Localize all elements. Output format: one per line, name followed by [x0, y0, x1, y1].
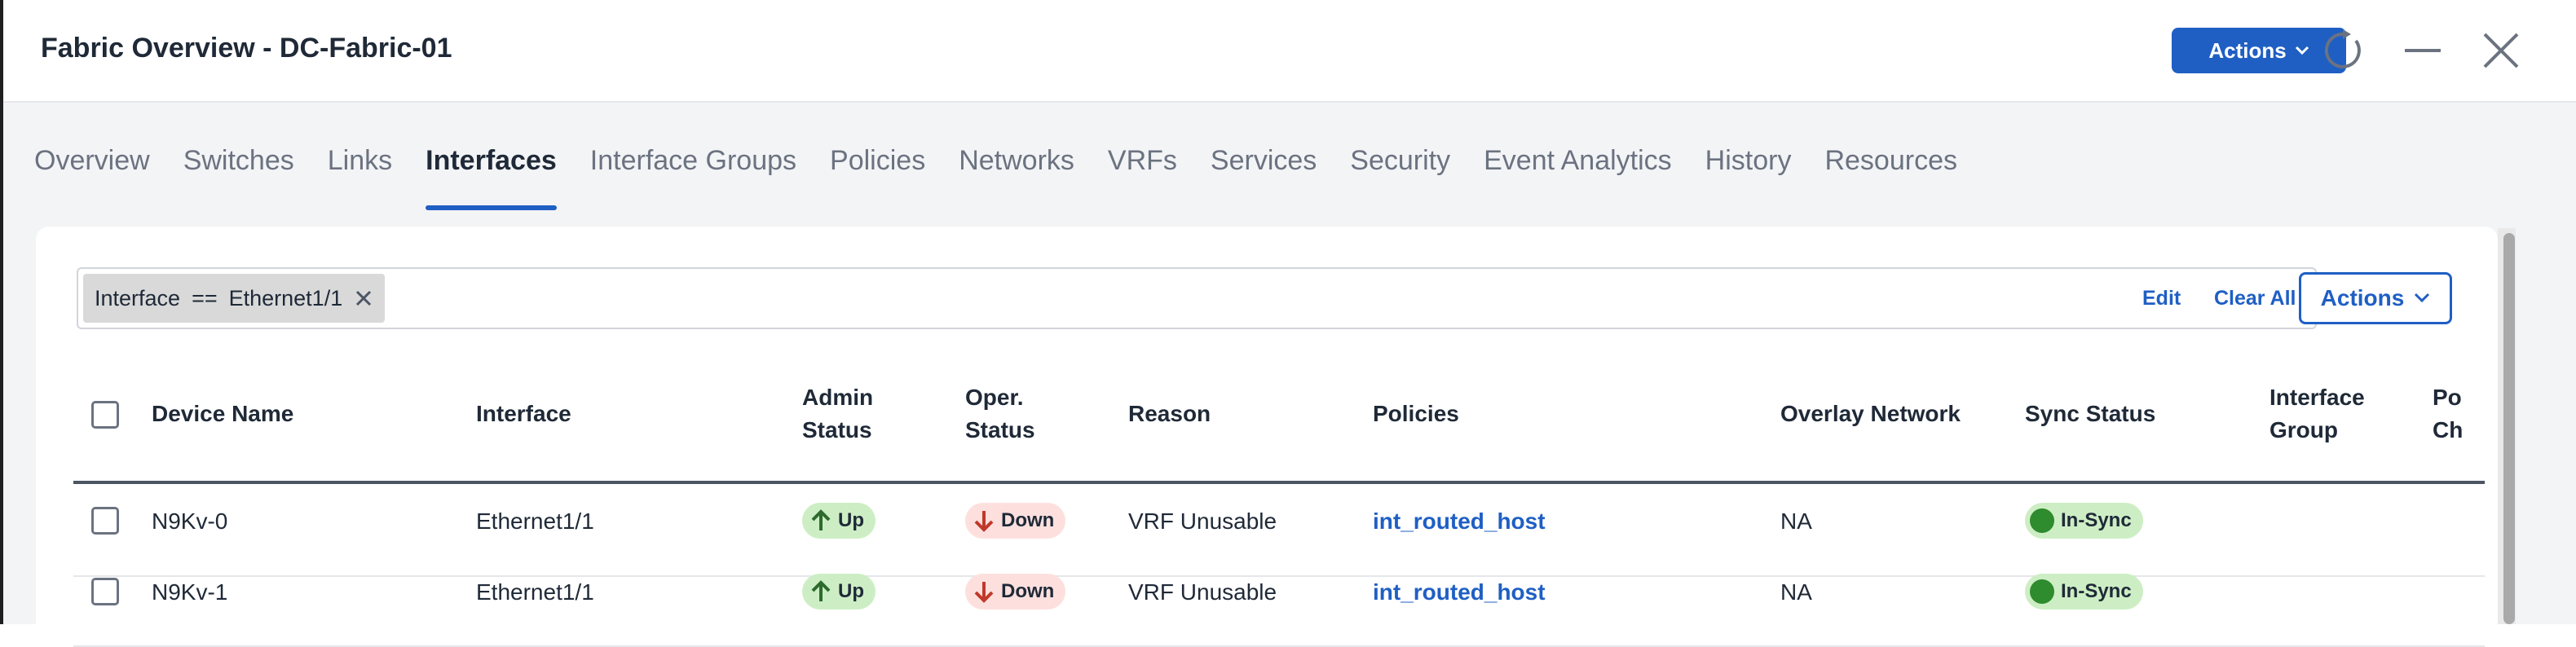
admin-status-badge: Up [802, 574, 876, 610]
oper-status-badge: Down [965, 574, 1066, 610]
tab-services[interactable]: Services [1211, 145, 1317, 210]
window-header: Fabric Overview - DC-Fabric-01 Actions [3, 0, 2576, 103]
tab-event-analytics[interactable]: Event Analytics [1484, 145, 1672, 210]
col-oper-status[interactable]: Oper. Status [965, 381, 1035, 447]
policy-link[interactable]: int_routed_host [1373, 579, 1546, 605]
tab-resources[interactable]: Resources [1824, 145, 1957, 210]
col-oper-status-line1: Oper. [965, 385, 1024, 410]
col-policies[interactable]: Policies [1373, 398, 1459, 430]
tab-bar: Overview Switches Links Interfaces Inter… [34, 145, 1991, 210]
col-admin-status-line1: Admin [802, 385, 874, 410]
content-area: Overview Switches Links Interfaces Inter… [3, 103, 2576, 647]
select-all-checkbox[interactable] [91, 401, 119, 429]
interfaces-panel: Interface == Ethernet1/1 Edit Clear All … [36, 227, 2498, 647]
sync-status-badge: In-Sync [2025, 574, 2143, 610]
page-title: Fabric Overview - DC-Fabric-01 [41, 33, 452, 64]
col-interface-group-line2: Group [2269, 417, 2338, 442]
device-name[interactable]: N9Kv-0 [152, 508, 227, 535]
device-name[interactable]: N9Kv-1 [152, 579, 227, 605]
overlay-network-text: NA [1780, 508, 1812, 534]
reason-text: VRF Unusable [1128, 579, 1277, 605]
tab-interface-groups[interactable]: Interface Groups [590, 145, 796, 210]
arrow-down-icon [974, 511, 994, 532]
scrollbar-thumb[interactable] [2503, 233, 2515, 624]
table-actions-button[interactable]: Actions [2299, 272, 2452, 324]
arrow-up-icon [811, 580, 831, 601]
row-checkbox[interactable] [91, 578, 119, 605]
row-checkbox[interactable] [91, 507, 119, 535]
minimize-icon[interactable] [2398, 26, 2447, 75]
policy-link[interactable]: int_routed_host [1373, 508, 1546, 535]
interface-name: Ethernet1/1 [476, 508, 594, 534]
filter-chip[interactable]: Interface == Ethernet1/1 [83, 274, 386, 323]
tab-links[interactable]: Links [328, 145, 392, 210]
chevron-down-icon [2295, 46, 2309, 55]
col-oper-status-line2: Status [965, 417, 1035, 442]
col-interface[interactable]: Interface [476, 398, 571, 430]
tab-interfaces[interactable]: Interfaces [426, 145, 557, 210]
edit-filter-button[interactable]: Edit [2142, 287, 2181, 310]
admin-status-label: Up [838, 580, 864, 602]
tab-overview[interactable]: Overview [34, 145, 150, 210]
header-divider [73, 481, 2485, 484]
filter-chip-field: Interface [95, 285, 181, 310]
refresh-icon[interactable] [2320, 26, 2369, 75]
col-interface-group[interactable]: Interface Group [2269, 381, 2365, 447]
table-actions-label: Actions [2320, 285, 2405, 310]
col-reason[interactable]: Reason [1128, 398, 1211, 430]
col-overlay-network[interactable]: Overlay Network [1780, 398, 1961, 430]
tab-security[interactable]: Security [1350, 145, 1450, 210]
col-sync-status[interactable]: Sync Status [2025, 398, 2155, 430]
clear-all-button[interactable]: Clear All [2214, 287, 2296, 310]
col-port-channel[interactable]: Po Ch [2433, 381, 2485, 447]
sync-status-label: In-Sync [2061, 509, 2132, 531]
interface-name: Ethernet1/1 [476, 579, 594, 605]
oper-status-label: Down [1001, 509, 1055, 531]
tab-switches[interactable]: Switches [183, 145, 294, 210]
col-port-channel-line2: Ch [2433, 417, 2464, 442]
reason-text: VRF Unusable [1128, 508, 1277, 534]
filter-bar[interactable]: Interface == Ethernet1/1 Edit Clear All [77, 267, 2317, 329]
status-dot-icon [2030, 579, 2054, 604]
admin-status-label: Up [838, 509, 864, 531]
close-icon[interactable] [2477, 26, 2525, 75]
remove-filter-icon[interactable] [354, 288, 373, 308]
arrow-down-icon [974, 582, 994, 603]
col-port-channel-line1: Po [2433, 385, 2462, 410]
col-interface-group-line1: Interface [2269, 385, 2365, 410]
col-admin-status-line2: Status [802, 417, 872, 442]
overlay-network-text: NA [1780, 579, 1812, 605]
oper-status-badge: Down [965, 503, 1066, 539]
admin-status-badge: Up [802, 503, 876, 539]
tab-networks[interactable]: Networks [959, 145, 1074, 210]
status-dot-icon [2030, 508, 2054, 533]
filter-chip-value: Ethernet1/1 [228, 285, 343, 310]
tab-vrfs[interactable]: VRFs [1108, 145, 1177, 210]
filter-chip-operator: == [192, 285, 218, 310]
arrow-up-icon [811, 509, 831, 530]
oper-status-label: Down [1001, 580, 1055, 602]
col-admin-status[interactable]: Admin Status [802, 381, 873, 447]
tab-history[interactable]: History [1705, 145, 1792, 210]
tab-policies[interactable]: Policies [830, 145, 925, 210]
col-device-name[interactable]: Device Name [152, 398, 293, 430]
sync-status-badge: In-Sync [2025, 503, 2143, 539]
chevron-down-icon [2415, 293, 2430, 303]
sync-status-label: In-Sync [2061, 580, 2132, 602]
header-actions-label: Actions [2208, 37, 2287, 63]
